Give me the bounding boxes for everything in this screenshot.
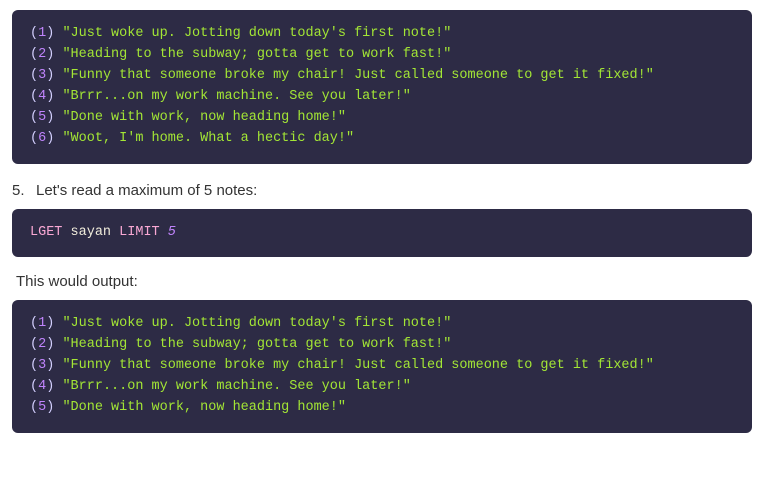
output-line: (1) "Just woke up. Jotting down today's … (30, 24, 734, 45)
command-line: LGET sayan LIMIT 5 (30, 223, 734, 244)
output-line: (4) "Brrr...on my work machine. See you … (30, 377, 734, 398)
output-line: (5) "Done with work, now heading home!" (30, 398, 734, 419)
output-line: (3) "Funny that someone broke my chair! … (30, 356, 734, 377)
step-5: Let's read a maximum of 5 notes: (32, 182, 752, 199)
output-line: (3) "Funny that someone broke my chair! … (30, 66, 734, 87)
cmd-limit: LIMIT (119, 225, 160, 240)
step-list: Let's read a maximum of 5 notes: (12, 182, 752, 199)
output-line: (6) "Woot, I'm home. What a hectic day!" (30, 129, 734, 150)
output-line: (2) "Heading to the subway; gotta get to… (30, 45, 734, 66)
would-output-text: This would output: (16, 273, 752, 290)
output-block-1: (1) "Just woke up. Jotting down today's … (12, 10, 752, 164)
command-block: LGET sayan LIMIT 5 (12, 209, 752, 258)
output-line: (2) "Heading to the subway; gotta get to… (30, 335, 734, 356)
cmd-arg: 5 (168, 225, 176, 240)
output-line: (5) "Done with work, now heading home!" (30, 108, 734, 129)
output-block-2: (1) "Just woke up. Jotting down today's … (12, 300, 752, 433)
cmd-lget: LGET (30, 225, 62, 240)
output-line: (1) "Just woke up. Jotting down today's … (30, 314, 734, 335)
cmd-ident: sayan (71, 225, 112, 240)
output-line: (4) "Brrr...on my work machine. See you … (30, 87, 734, 108)
